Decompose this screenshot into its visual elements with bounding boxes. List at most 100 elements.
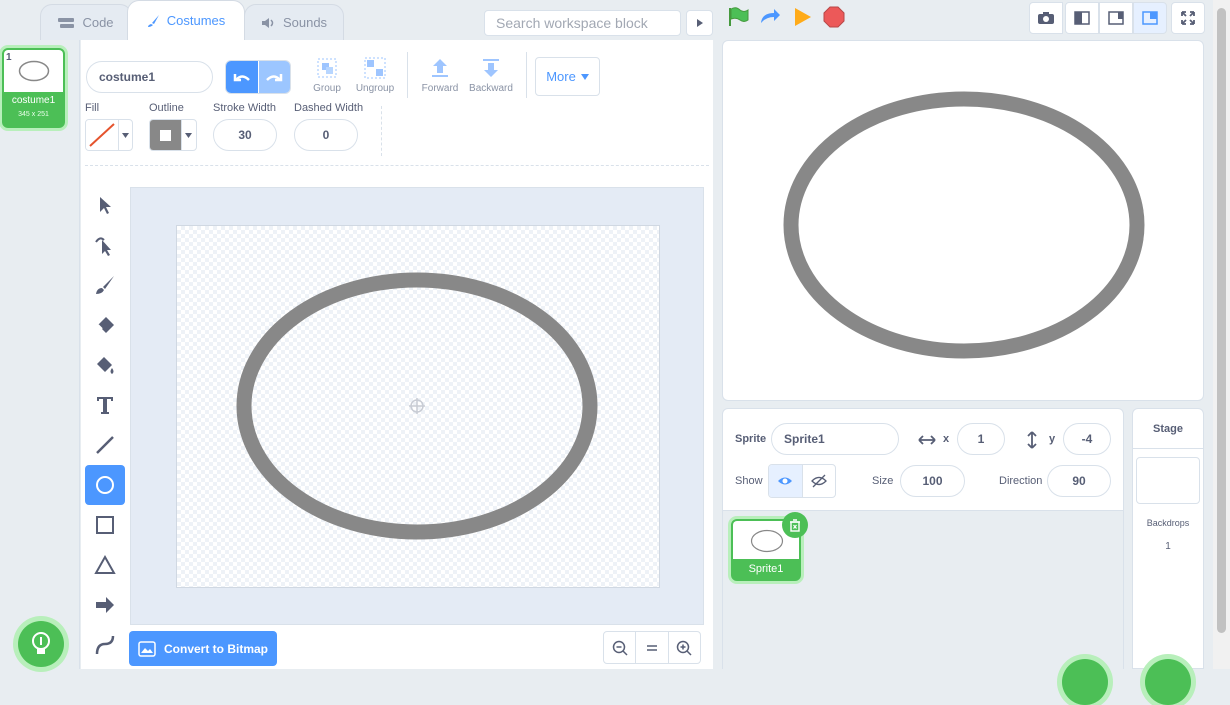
show-visible-button[interactable]: [769, 465, 803, 497]
stage-title-text: Stage: [1153, 422, 1183, 435]
camera-icon: [1038, 12, 1054, 24]
fill-color-picker[interactable]: [85, 119, 133, 151]
arrow-icon: [96, 597, 114, 613]
costume-list: [0, 40, 80, 669]
forward-button[interactable]: Forward: [421, 57, 459, 94]
show-label: Show: [735, 475, 763, 487]
no-fill-icon: [89, 123, 115, 147]
speaker-icon: [261, 17, 274, 28]
show-hidden-button[interactable]: [803, 465, 836, 497]
forward-label: Forward: [421, 83, 459, 94]
eye-icon: [778, 477, 793, 485]
sprite-name-input[interactable]: Sprite1: [771, 423, 899, 455]
lightbulb-icon: [32, 632, 50, 654]
fullscreen-button[interactable]: [1171, 2, 1205, 34]
text-icon: [97, 397, 113, 414]
sprite-label: Sprite: [735, 433, 767, 445]
horizontal-arrows-icon: [918, 435, 936, 445]
reshape-tool[interactable]: [85, 225, 125, 265]
backdrops-count: 1: [1165, 541, 1171, 552]
costume-ellipse-preview: [18, 60, 50, 82]
costume-name-input[interactable]: costume1: [86, 61, 213, 93]
x-value: 1: [977, 432, 985, 446]
dashed-width-input[interactable]: 0: [294, 119, 358, 151]
large-stage-icon: [1142, 11, 1158, 25]
outline-swatch-center: [159, 129, 171, 141]
choose-sprite-button[interactable]: [1062, 659, 1108, 705]
fill-icon: [97, 357, 114, 374]
arrow-tool[interactable]: [85, 585, 125, 625]
y-label: y: [1049, 433, 1056, 445]
delete-sprite-button[interactable]: [782, 512, 808, 538]
caret-down-icon: [185, 132, 193, 138]
search-input[interactable]: Search workspace block: [484, 10, 681, 36]
tab-code[interactable]: Code: [40, 4, 132, 40]
group-button[interactable]: Group: [311, 57, 343, 94]
triangle-tool[interactable]: [85, 545, 125, 585]
reshape-icon: [95, 237, 111, 256]
canvas-drawing: [236, 272, 598, 540]
select-tool[interactable]: [85, 185, 125, 225]
zoom-in-button[interactable]: [669, 632, 700, 663]
search-submit-button[interactable]: [686, 10, 713, 36]
y-value: -4: [1081, 432, 1093, 446]
eraser-tool[interactable]: [85, 305, 125, 345]
choose-costume-button[interactable]: [18, 621, 64, 667]
tab-sounds[interactable]: Sounds: [244, 4, 344, 40]
choose-backdrop-button[interactable]: [1145, 659, 1191, 705]
turbo-icon[interactable]: [759, 7, 781, 27]
toolbar-bottom-divider: [85, 165, 709, 166]
tab-costumes[interactable]: Costumes: [127, 0, 245, 40]
more-button[interactable]: More: [535, 57, 600, 96]
fill-tool[interactable]: [85, 345, 125, 385]
text-tool[interactable]: [85, 385, 125, 425]
brush-tool[interactable]: [85, 265, 125, 305]
line-tool[interactable]: [85, 425, 125, 465]
caret-down-icon: [580, 73, 589, 80]
run-icon[interactable]: [793, 7, 813, 27]
sprite-name-value: Sprite1: [784, 432, 825, 446]
costume-item[interactable]: 1 costume1 345 x 251: [2, 48, 65, 128]
stroke-width-value: 30: [238, 128, 252, 142]
undo-button[interactable]: [226, 61, 258, 93]
costume-size: 345 x 251: [18, 111, 49, 118]
show-toggle: [768, 464, 836, 498]
circle-tool[interactable]: [85, 465, 125, 505]
forward-icon: [432, 59, 448, 77]
fill-dropdown-arrow: [118, 120, 132, 150]
stage-selector[interactable]: Stage Backdrops 1: [1132, 408, 1204, 669]
zoom-out-button[interactable]: [604, 632, 637, 663]
outline-color-picker[interactable]: [149, 119, 197, 151]
ungroup-button[interactable]: Ungroup: [355, 57, 395, 94]
outline-dropdown-arrow: [180, 120, 196, 150]
scrollbar-thumb[interactable]: [1217, 8, 1226, 633]
paint-canvas[interactable]: [130, 187, 704, 625]
screenshot-button[interactable]: [1029, 2, 1063, 34]
green-flag-icon[interactable]: [727, 6, 749, 28]
convert-to-bitmap-button[interactable]: Convert to Bitmap: [129, 631, 277, 666]
stage[interactable]: [722, 40, 1204, 401]
normal-stage-icon: [1108, 11, 1124, 25]
line-icon: [96, 436, 114, 454]
caret-down-icon: [122, 132, 129, 138]
backward-button[interactable]: Backward: [468, 57, 514, 94]
redo-button[interactable]: [257, 61, 290, 93]
stop-icon[interactable]: [823, 6, 845, 28]
rectangle-tool[interactable]: [85, 505, 125, 545]
small-stage-button[interactable]: [1065, 2, 1099, 34]
stroke-width-input[interactable]: 30: [213, 119, 277, 151]
curve-tool[interactable]: [85, 625, 125, 665]
large-stage-button[interactable]: [1133, 2, 1167, 34]
size-input[interactable]: 100: [900, 465, 965, 497]
direction-input[interactable]: 90: [1047, 465, 1111, 497]
size-label: Size: [872, 475, 894, 487]
image-icon: [138, 640, 156, 657]
y-input[interactable]: -4: [1063, 423, 1111, 455]
normal-stage-button[interactable]: [1099, 2, 1133, 34]
trash-icon: [790, 518, 800, 532]
x-input[interactable]: 1: [957, 423, 1005, 455]
mode-divider: [381, 106, 382, 156]
zoom-reset-button[interactable]: [636, 632, 669, 663]
scrollbar-track[interactable]: [1213, 0, 1230, 669]
undo-redo-group: [225, 60, 291, 94]
